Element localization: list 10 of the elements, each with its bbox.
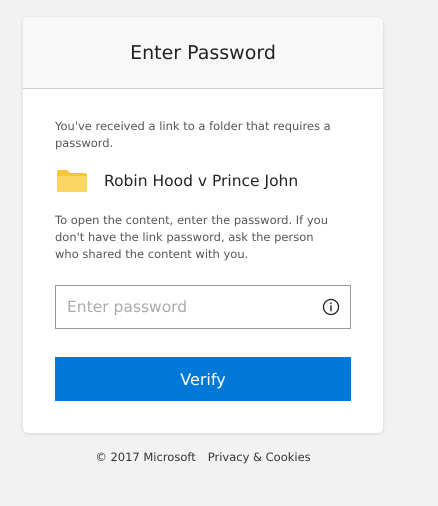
info-icon[interactable] <box>322 298 340 316</box>
verify-button[interactable]: Verify <box>55 357 351 401</box>
dialog-title: Enter Password <box>130 42 276 64</box>
folder-name: Robin Hood v Prince John <box>104 172 298 190</box>
password-field[interactable]: Enter password <box>55 285 351 329</box>
folder-icon <box>57 170 87 192</box>
copyright-text: © 2017 Microsoft <box>95 450 196 464</box>
intro-text: You've received a link to a folder that requires a password. <box>55 118 332 152</box>
instructions-text: To open the content, enter the password. If you don't have the link password, ask the person who shared the content with you. <box>55 212 329 263</box>
privacy-link[interactable]: Privacy & Cookies <box>208 450 311 464</box>
